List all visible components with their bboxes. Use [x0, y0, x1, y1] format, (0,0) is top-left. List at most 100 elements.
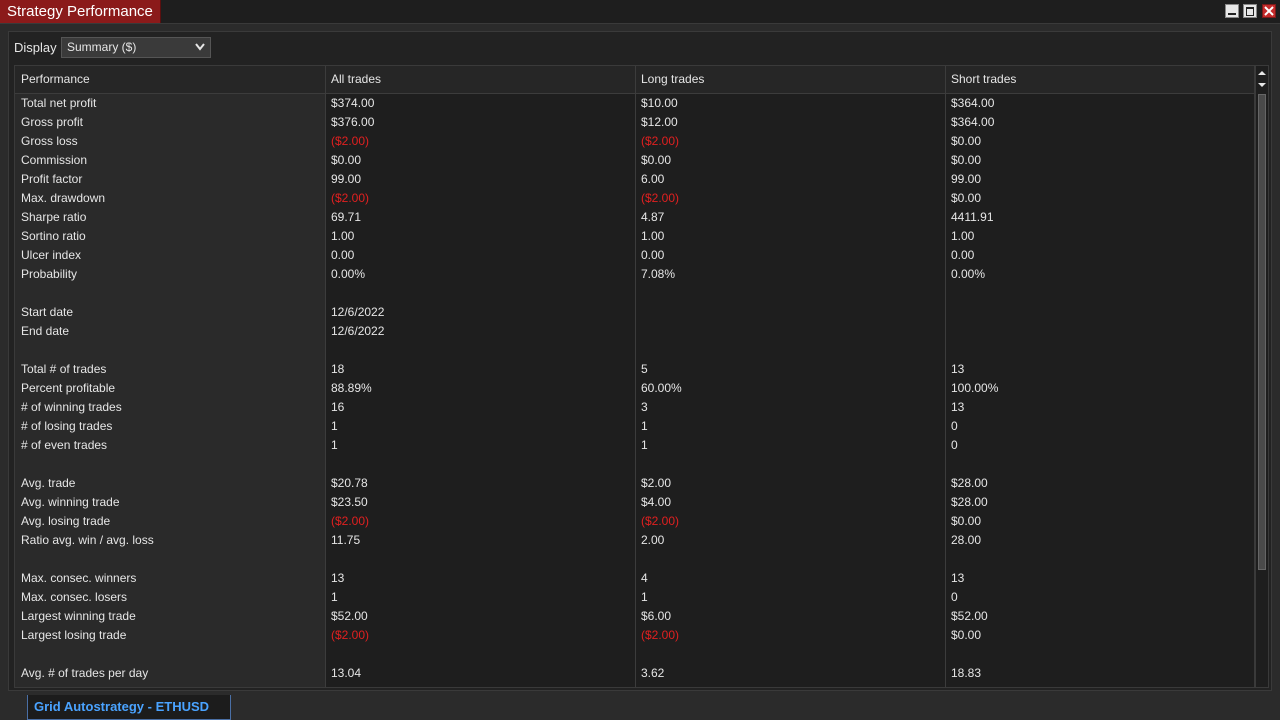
row-label: Probability: [21, 267, 78, 281]
row-value-all: $0.00: [331, 153, 362, 167]
table-row[interactable]: Sharpe ratio 69.71 4.87 4411.91: [15, 208, 1254, 227]
row-label: # of losing trades: [21, 419, 113, 433]
row-value-short: $0.00: [951, 153, 982, 167]
header-short-trades[interactable]: Short trades: [951, 66, 1016, 93]
strategy-tab[interactable]: Grid Autostrategy - ETHUSD: [27, 695, 231, 720]
row-value-long: 1: [641, 438, 648, 452]
row-value-long: ($2.00): [641, 514, 680, 528]
row-label: Ulcer index: [21, 248, 82, 262]
row-value-short: 0.00: [951, 248, 975, 262]
display-select[interactable]: Summary ($): [61, 37, 211, 58]
vertical-scrollbar[interactable]: [1255, 65, 1269, 688]
table-row[interactable]: Total net profit $374.00 $10.00 $364.00: [15, 94, 1254, 113]
table-row[interactable]: [15, 455, 1254, 474]
table-row[interactable]: # of losing trades 1 1 0: [15, 417, 1254, 436]
close-button[interactable]: [1262, 4, 1276, 18]
row-value-long: $10.00: [641, 96, 678, 110]
row-value-all: 1: [331, 590, 338, 604]
table-row[interactable]: Probability 0.00% 7.08% 0.00%: [15, 265, 1254, 284]
row-value-all: 1: [331, 438, 338, 452]
row-value-long: 3.62: [641, 666, 665, 680]
row-value-short: $0.00: [951, 514, 982, 528]
table-row[interactable]: Max. consec. losers 1 1 0: [15, 588, 1254, 607]
row-value-all: 12/6/2022: [331, 305, 385, 319]
row-value-all: 0.00%: [331, 267, 366, 281]
header-long-trades[interactable]: Long trades: [641, 66, 704, 93]
row-value-short: $28.00: [951, 495, 988, 509]
row-value-all: 11.75: [331, 533, 361, 547]
row-value-long: $6.00: [641, 609, 672, 623]
row-value-long: 3: [641, 400, 648, 414]
row-value-long: $12.00: [641, 115, 678, 129]
row-value-all: 12/6/2022: [331, 324, 385, 338]
table-row[interactable]: [15, 341, 1254, 360]
row-value-all: $23.50: [331, 495, 368, 509]
row-label: Profit factor: [21, 172, 83, 186]
row-label: End date: [21, 324, 70, 338]
table-row[interactable]: [15, 645, 1254, 664]
table-row[interactable]: Gross profit $376.00 $12.00 $364.00: [15, 113, 1254, 132]
table-row[interactable]: Total # of trades 18 5 13: [15, 360, 1254, 379]
row-value-long: 6.00: [641, 172, 665, 186]
table-row[interactable]: # of even trades 1 1 0: [15, 436, 1254, 455]
row-value-short: $0.00: [951, 191, 982, 205]
table-row[interactable]: Profit factor 99.00 6.00 99.00: [15, 170, 1254, 189]
table-row[interactable]: Max. consec. winners 13 4 13: [15, 569, 1254, 588]
table-row[interactable]: Avg. winning trade $23.50 $4.00 $28.00: [15, 493, 1254, 512]
row-value-long: 0.00: [641, 248, 665, 262]
table-row[interactable]: Largest winning trade $52.00 $6.00 $52.00: [15, 607, 1254, 626]
table-row[interactable]: Commission $0.00 $0.00 $0.00: [15, 151, 1254, 170]
row-value-long: ($2.00): [641, 628, 680, 642]
table-row[interactable]: Sortino ratio 1.00 1.00 1.00: [15, 227, 1254, 246]
table-row[interactable]: Max. drawdown ($2.00) ($2.00) $0.00: [15, 189, 1254, 208]
table-row[interactable]: Largest losing trade ($2.00) ($2.00) $0.00: [15, 626, 1254, 645]
row-value-long: 1.00: [641, 229, 665, 243]
table-row[interactable]: Avg. losing trade ($2.00) ($2.00) $0.00: [15, 512, 1254, 531]
row-value-short: 99.00: [951, 172, 982, 186]
row-value-long: 2.00: [641, 533, 665, 547]
row-value-all: ($2.00): [331, 628, 370, 642]
row-value-short: 0: [951, 438, 958, 452]
header-all-trades[interactable]: All trades: [331, 66, 381, 93]
scrollbar-thumb[interactable]: [1258, 94, 1266, 570]
scroll-up-icon[interactable]: [1257, 68, 1267, 78]
row-label: Avg. trade: [21, 476, 76, 490]
table-row[interactable]: Ratio avg. win / avg. loss 11.75 2.00 28.00: [15, 531, 1254, 550]
row-label: Commission: [21, 153, 88, 167]
row-label: # of winning trades: [21, 400, 122, 414]
table-row[interactable]: Percent profitable 88.89% 60.00% 100.00%: [15, 379, 1254, 398]
table-row[interactable]: End date 12/6/2022: [15, 322, 1254, 341]
row-value-short: 0: [951, 419, 958, 433]
scroll-down-icon[interactable]: [1257, 80, 1267, 90]
row-value-short: 100.00%: [951, 381, 999, 395]
table-row[interactable]: Avg. trade $20.78 $2.00 $28.00: [15, 474, 1254, 493]
row-label: Avg. winning trade: [21, 495, 120, 509]
table-row[interactable]: Start date 12/6/2022: [15, 303, 1254, 322]
window-title: Strategy Performance: [0, 0, 161, 23]
minimize-button[interactable]: [1225, 4, 1239, 18]
row-value-all: 18: [331, 362, 345, 376]
row-value-long: 4: [641, 571, 648, 585]
row-value-short: $0.00: [951, 628, 982, 642]
row-value-all: 1: [331, 419, 338, 433]
row-value-short: 13: [951, 400, 965, 414]
row-value-long: $2.00: [641, 476, 672, 490]
title-bar: Strategy Performance: [0, 0, 1280, 24]
row-value-long: 5: [641, 362, 648, 376]
row-label: Ratio avg. win / avg. loss: [21, 533, 154, 547]
table-row[interactable]: [15, 550, 1254, 569]
row-value-all: ($2.00): [331, 134, 370, 148]
row-value-short: 28.00: [951, 533, 982, 547]
row-label: Avg. losing trade: [21, 514, 111, 528]
header-performance[interactable]: Performance: [21, 66, 90, 93]
row-value-short: 13: [951, 362, 965, 376]
table-row[interactable]: # of winning trades 16 3 13: [15, 398, 1254, 417]
table-row[interactable]: Gross loss ($2.00) ($2.00) $0.00: [15, 132, 1254, 151]
row-value-all: 13.04: [331, 666, 362, 680]
table-row[interactable]: [15, 284, 1254, 303]
row-value-all: 88.89%: [331, 381, 372, 395]
table-row[interactable]: Avg. # of trades per day 13.04 3.62 18.83: [15, 664, 1254, 683]
maximize-button[interactable]: [1243, 4, 1257, 18]
row-value-short: 18.83: [951, 666, 982, 680]
table-row[interactable]: Ulcer index 0.00 0.00 0.00: [15, 246, 1254, 265]
